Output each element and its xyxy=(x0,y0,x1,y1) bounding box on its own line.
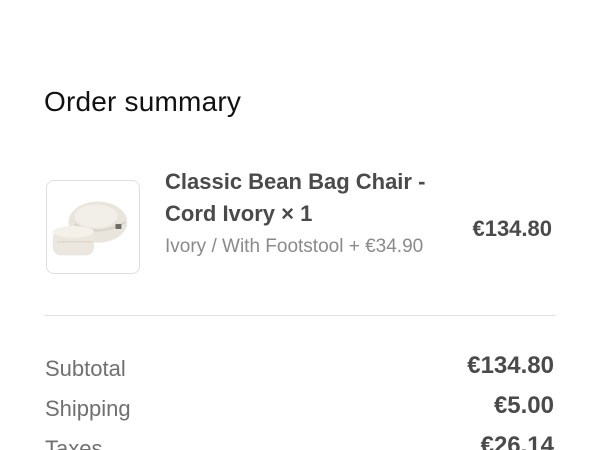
shipping-value: €5.00 xyxy=(493,392,554,419)
line-item-price: €134.80 xyxy=(472,216,552,241)
taxes-label: Taxes xyxy=(45,436,103,450)
product-quantity: × 1 xyxy=(281,201,313,226)
subtotal-row: Subtotal €134.80 xyxy=(44,352,554,392)
order-summary-title: Order summary xyxy=(44,86,242,117)
line-item: Classic Bean Bag Chair - Cord Ivory × 1 … xyxy=(0,160,600,300)
taxes-value: €26.14 xyxy=(480,432,554,450)
bean-bag-chair-image xyxy=(47,181,139,273)
taxes-row: Taxes €26.14 xyxy=(44,432,554,450)
line-item-details: Classic Bean Bag Chair - Cord Ivory × 1 … xyxy=(165,166,435,262)
subtotal-value: €134.80 xyxy=(467,352,554,379)
product-thumbnail xyxy=(46,180,140,274)
subtotal-label: Subtotal xyxy=(45,356,126,381)
shipping-label: Shipping xyxy=(45,396,131,421)
product-name: Classic Bean Bag Chair - Cord Ivory × 1 xyxy=(165,166,435,230)
product-variant: Ivory / With Footstool + €34.90 xyxy=(165,236,424,257)
order-summary-page: Order summary Classic Bean Bag Chair - C… xyxy=(0,0,600,450)
shipping-row: Shipping €5.00 xyxy=(44,392,554,432)
divider xyxy=(44,315,556,316)
totals-section: Subtotal €134.80 Shipping €5.00 Taxes €2… xyxy=(44,352,554,450)
